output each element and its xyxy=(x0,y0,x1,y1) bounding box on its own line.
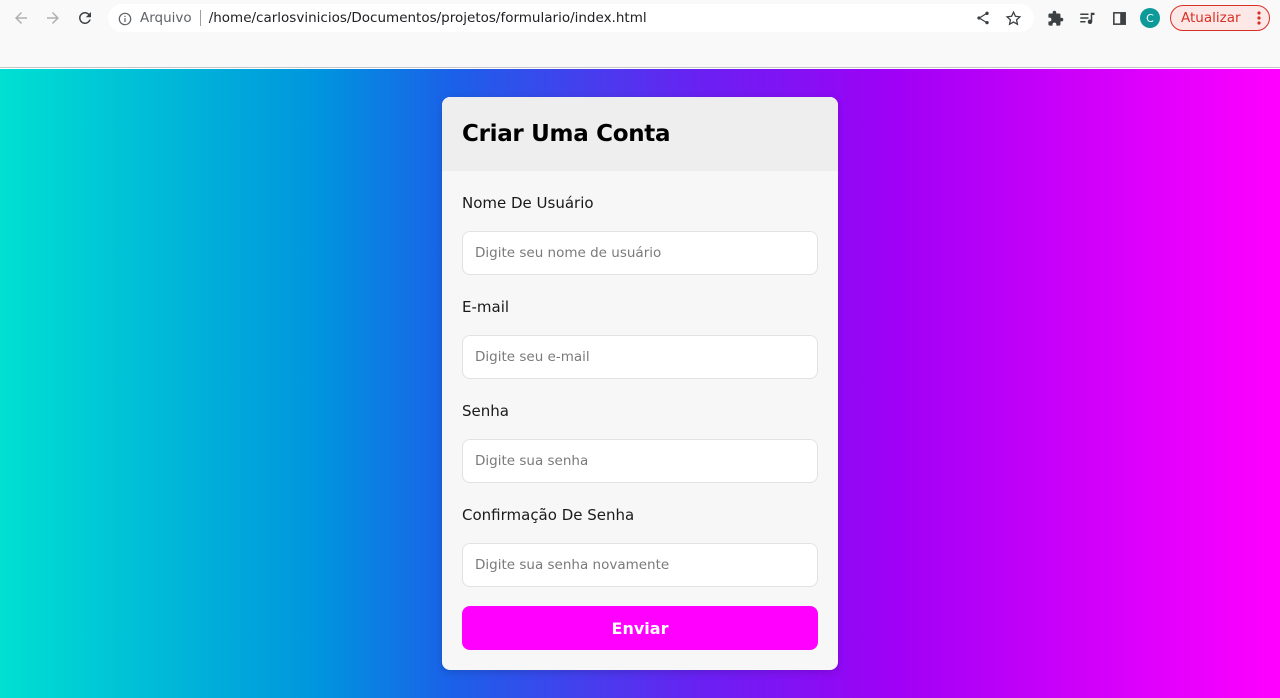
address-scheme: Arquivo xyxy=(140,10,192,26)
confirm-password-input[interactable] xyxy=(462,543,818,587)
info-icon[interactable] xyxy=(118,11,132,26)
avatar[interactable]: C xyxy=(1140,8,1160,28)
menu-icon xyxy=(1257,10,1261,26)
star-icon[interactable] xyxy=(1004,9,1022,27)
confirm-password-field-group: Confirmação De Senha xyxy=(462,505,818,587)
address-bar[interactable]: Arquivo /home/carlosvinicios/Documentos/… xyxy=(108,4,1034,32)
email-label: E-mail xyxy=(462,298,510,316)
username-input[interactable] xyxy=(462,231,818,275)
side-panel-icon[interactable] xyxy=(1108,7,1130,29)
page-title: Criar Uma Conta xyxy=(462,121,671,147)
email-input[interactable] xyxy=(462,335,818,379)
username-field-group: Nome De Usuário xyxy=(462,193,818,275)
card-header: Criar Uma Conta xyxy=(442,97,838,171)
address-url[interactable]: /home/carlosvinicios/Documentos/projetos… xyxy=(209,10,647,26)
password-label: Senha xyxy=(462,402,509,420)
update-button-label: Atualizar xyxy=(1181,10,1241,26)
back-icon[interactable] xyxy=(10,7,32,29)
confirm-password-label: Confirmação De Senha xyxy=(462,506,635,524)
browser-toolbar: Arquivo /home/carlosvinicios/Documentos/… xyxy=(0,0,1280,36)
forward-icon[interactable] xyxy=(42,7,64,29)
reload-icon[interactable] xyxy=(74,7,96,29)
email-field-group: E-mail xyxy=(462,297,818,379)
address-separator xyxy=(199,10,201,26)
username-label: Nome De Usuário xyxy=(462,194,594,212)
share-icon[interactable] xyxy=(974,9,992,27)
password-input[interactable] xyxy=(462,439,818,483)
bookmarks-strip xyxy=(0,36,1280,68)
submit-button[interactable]: Enviar xyxy=(462,606,818,650)
extensions-icon[interactable] xyxy=(1044,7,1066,29)
update-button[interactable]: Atualizar xyxy=(1170,5,1270,31)
reading-list-icon[interactable] xyxy=(1076,7,1098,29)
password-field-group: Senha xyxy=(462,401,818,483)
signup-card: Criar Uma Conta Nome De Usuário E-mail S… xyxy=(442,97,838,670)
page-background: Criar Uma Conta Nome De Usuário E-mail S… xyxy=(0,69,1280,698)
